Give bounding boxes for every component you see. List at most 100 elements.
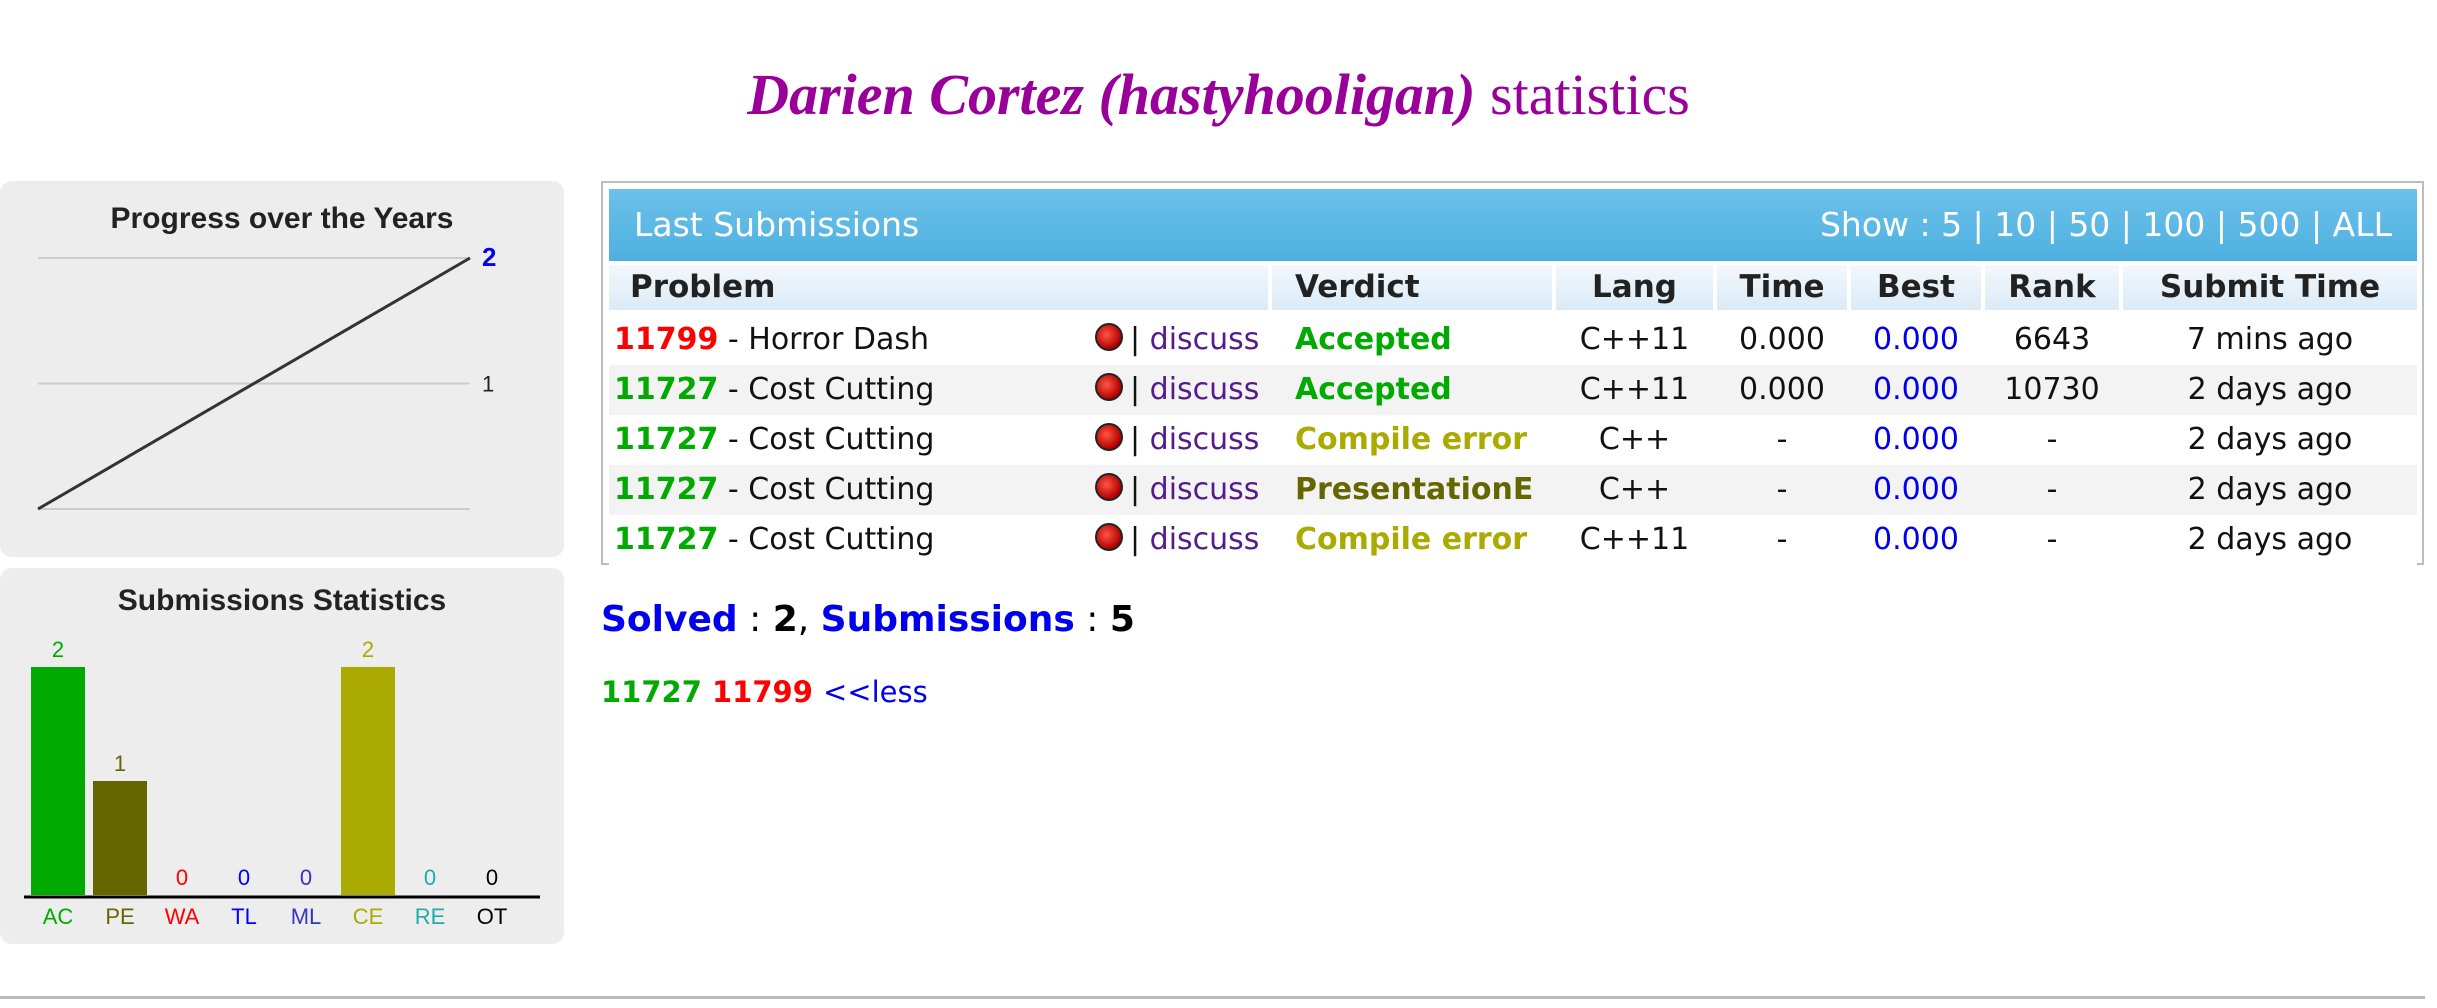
submission-stats-chart: Submissions Statistics 2 AC 1 PE 0 WA 0 TL 0 ML 2 C… [24,584,540,929]
table-row: 11727 - Cost Cutting | discuss Compile err… [609,515,2417,565]
problem-cell: 11727 - Cost Cutting [614,415,934,465]
solved-problem-link[interactable]: 11727 [601,675,712,709]
show-separator: | [2300,205,2333,244]
discuss-separator: | [1130,322,1150,357]
show-count-selector: Show : 5 | 10 | 50 | 100 | 500 | ALL [1820,189,2392,261]
submit-time-cell: 7 mins ago [2186,322,2354,357]
time-cell: - [1776,422,1788,457]
discuss-cell: | discuss [1130,465,1259,515]
solved-problem-link[interactable]: 11799 [712,675,823,709]
submissions-label[interactable]: Submissions [821,599,1075,640]
problem-name: - Cost Cutting [718,372,935,407]
verdict-cell: PresentationE [1295,472,1534,507]
forum-bomb-icon[interactable] [1095,523,1123,551]
stats-category-label-ml: ML [291,904,322,929]
progress-tick-label: 2 [482,242,496,272]
lang-cell: C++ [1598,472,1671,507]
problem-cell: 11799 - Horror Dash [614,315,929,365]
discuss-link[interactable]: discuss [1150,372,1260,407]
stats-category-label-wa: WA [165,904,200,929]
table-row: 11727 - Cost Cutting | discuss Accepted C++… [609,365,2417,415]
discuss-link[interactable]: discuss [1150,322,1260,357]
show-separator: | [2205,205,2238,244]
show-option-500[interactable]: 500 [2238,205,2301,244]
show-option-100[interactable]: 100 [2142,205,2205,244]
last-submissions-title: Last Submissions [634,205,920,244]
stats-bar-ce [341,667,395,895]
stats-value-label-wa: 0 [176,865,188,890]
show-option-all[interactable]: ALL [2333,205,2392,244]
stats-category-label-pe: PE [105,904,134,929]
stats-value-label-pe: 1 [114,751,126,776]
discuss-link[interactable]: discuss [1150,422,1260,457]
stats-value-label-ac: 2 [52,637,64,662]
verdict-cell: Accepted [1295,322,1452,357]
discuss-cell: | discuss [1130,515,1259,565]
problem-cell: 11727 - Cost Cutting [614,365,934,415]
column-header-verdict: Verdict [1272,265,1552,310]
stats-chart-title: Submissions Statistics [118,584,446,617]
column-header-rank: Rank [1985,265,2119,310]
best-cell: 0.000 [1873,422,1959,457]
time-cell: 0.000 [1739,372,1825,407]
lang-cell: C++11 [1579,522,1690,557]
show-separator: | [2036,205,2069,244]
discuss-link[interactable]: discuss [1150,522,1260,557]
show-option-50[interactable]: 50 [2068,205,2110,244]
verdict-cell: Compile error [1295,422,1528,457]
solved-count: 2 [772,599,798,640]
show-option-10[interactable]: 10 [1994,205,2036,244]
stats-category-label-re: RE [415,904,446,929]
discuss-cell: | discuss [1130,315,1259,365]
rank-cell: - [2046,422,2058,457]
show-less-link[interactable]: <<less [823,675,928,709]
problem-name: - Horror Dash [718,322,930,357]
page-title: Darien Cortez (hastyhooligan) statistics [0,55,2437,135]
submission-stats-panel: Submissions Statistics 2 AC 1 PE 0 WA 0 TL 0 ML 2 C… [0,568,564,944]
last-submissions-header: Last Submissions Show : 5 | 10 | 50 | 10… [609,189,2417,261]
show-separator: | [1962,205,1995,244]
stats-value-label-ml: 0 [300,865,312,890]
column-header-lang: Lang [1556,265,1713,310]
submissions-count: 5 [1109,599,1135,640]
footer-divider [0,996,2425,999]
rank-cell: - [2046,522,2058,557]
forum-bomb-icon[interactable] [1095,423,1123,451]
progress-chart: Progress over the Years 1 2 [37,202,496,511]
best-cell: 0.000 [1873,322,1959,357]
table-row: 11727 - Cost Cutting | discuss Compile err… [609,415,2417,465]
stats-bar-pe [93,781,147,895]
best-cell: 0.000 [1873,372,1959,407]
discuss-link[interactable]: discuss [1150,472,1260,507]
problem-id-link[interactable]: 11727 [614,472,718,507]
forum-bomb-icon[interactable] [1095,373,1123,401]
submit-time-cell: 2 days ago [2187,422,2353,457]
show-option-5[interactable]: 5 [1941,205,1962,244]
problem-id-link[interactable]: 11727 [614,372,718,407]
verdict-cell: Accepted [1295,372,1452,407]
submit-time-cell: 2 days ago [2187,372,2353,407]
rank-cell: 10730 [2004,372,2100,407]
title-suffix: statistics [1490,62,1690,127]
stats-category-label-ot: OT [477,904,508,929]
forum-bomb-icon[interactable] [1095,323,1123,351]
progress-chart-panel: Progress over the Years 1 2 [0,181,564,557]
problem-name: - Cost Cutting [718,522,935,557]
problem-id-link[interactable]: 11727 [614,422,718,457]
stats-bar-ac [31,667,85,895]
submit-time-cell: 2 days ago [2187,522,2353,557]
progress-chart-title: Progress over the Years [111,202,454,235]
lang-cell: C++ [1598,422,1671,457]
problem-id-link[interactable]: 11727 [614,522,718,557]
submit-time-cell: 2 days ago [2187,472,2353,507]
solved-label[interactable]: Solved [601,599,738,640]
time-cell: 0.000 [1739,322,1825,357]
column-header-best: Best [1851,265,1981,310]
best-cell: 0.000 [1873,472,1959,507]
problem-name: - Cost Cutting [718,472,935,507]
progress-tick-label: 1 [482,372,494,397]
forum-bomb-icon[interactable] [1095,473,1123,501]
problem-id-link[interactable]: 11799 [614,322,718,357]
column-header-time: Time [1717,265,1847,310]
show-separator: | [2110,205,2143,244]
